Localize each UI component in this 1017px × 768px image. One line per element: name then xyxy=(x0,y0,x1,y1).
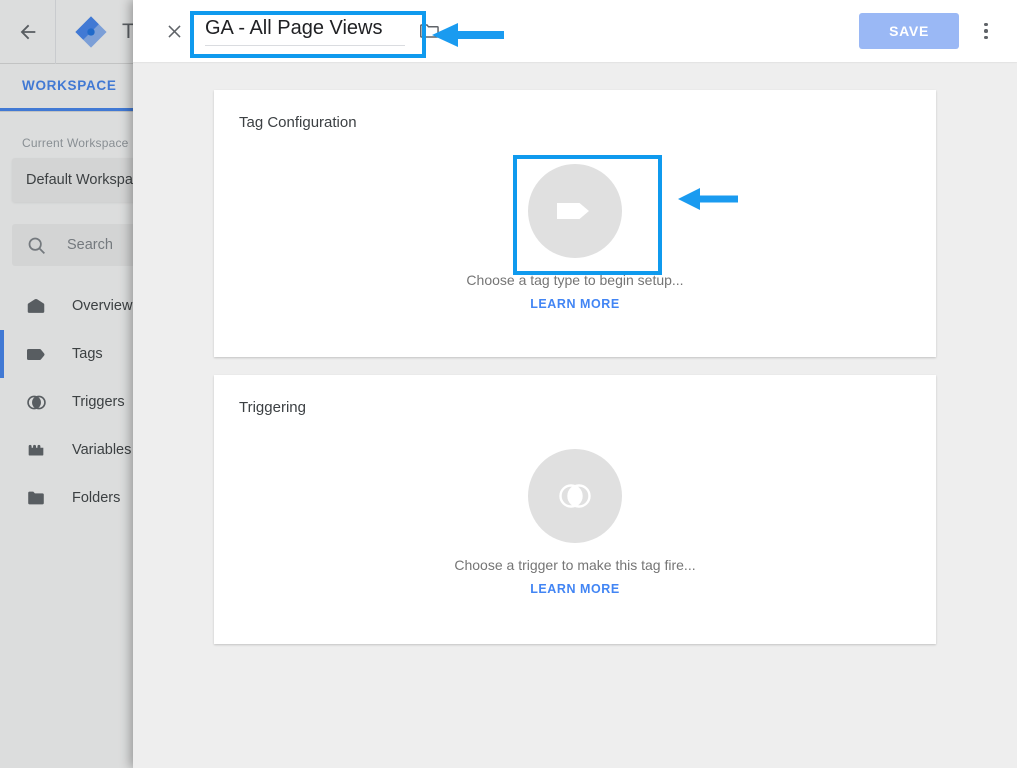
sidebar-item-label: Overview xyxy=(72,298,132,314)
more-vert-icon-dot xyxy=(984,36,988,40)
search-placeholder: Search xyxy=(67,237,113,253)
variables-icon xyxy=(24,438,48,462)
overview-icon xyxy=(24,294,48,318)
more-options-button[interactable] xyxy=(969,11,1003,51)
sidebar-item-label: Tags xyxy=(72,346,103,362)
more-vert-icon-dot xyxy=(984,29,988,33)
modal-body: Tag Configuration Choose a tag type to b… xyxy=(133,62,1017,644)
card-hint: Choose a trigger to make this tag fire..… xyxy=(454,557,695,573)
tag-configuration-card[interactable]: Tag Configuration Choose a tag type to b… xyxy=(214,90,936,357)
trigger-chooser[interactable] xyxy=(528,449,622,543)
folder-icon xyxy=(419,21,440,40)
folder-icon xyxy=(24,486,48,510)
card-title: Tag Configuration xyxy=(214,90,936,131)
close-icon xyxy=(165,22,184,41)
save-button[interactable]: SAVE xyxy=(859,13,959,49)
learn-more-link[interactable]: LEARN MORE xyxy=(530,582,620,596)
card-hint: Choose a tag type to begin setup... xyxy=(466,272,683,288)
close-button[interactable] xyxy=(157,14,191,48)
tag-icon xyxy=(24,342,48,366)
modal-header: SAVE xyxy=(133,0,1017,62)
sidebar-item-label: Folders xyxy=(72,490,120,506)
sidebar-item-label: Triggers xyxy=(72,394,125,410)
arrow-left-icon xyxy=(17,21,39,43)
card-title: Triggering xyxy=(214,375,936,416)
tag-name-input[interactable] xyxy=(205,17,405,46)
tab-workspace[interactable]: WORKSPACE xyxy=(0,63,139,111)
tag-editor-modal: SAVE Tag Configuration Choose a tag type… xyxy=(133,0,1017,768)
tag-type-chooser[interactable] xyxy=(528,164,622,258)
gtm-logo-icon xyxy=(74,15,108,49)
sidebar-item-label: Variables xyxy=(72,442,131,458)
back-button[interactable] xyxy=(0,0,56,64)
triggering-card[interactable]: Triggering Choose a trigger to make this… xyxy=(214,375,936,644)
folder-select-button[interactable] xyxy=(419,21,440,46)
tag-shape-icon xyxy=(553,191,597,231)
screen-root: Tag WORKSPACE Current Workspace Default … xyxy=(0,0,1017,768)
triggering-placeholder[interactable]: Choose a trigger to make this tag fire..… xyxy=(214,416,936,644)
more-vert-icon-dot xyxy=(984,23,988,27)
trigger-venn-icon xyxy=(552,473,598,519)
search-icon xyxy=(26,235,47,256)
tag-configuration-placeholder[interactable]: Choose a tag type to begin setup... LEAR… xyxy=(214,131,936,357)
tag-name-zone xyxy=(205,17,440,46)
learn-more-link[interactable]: LEARN MORE xyxy=(530,297,620,311)
trigger-icon xyxy=(24,390,48,414)
workspace-name: Default Workspace xyxy=(26,172,148,188)
